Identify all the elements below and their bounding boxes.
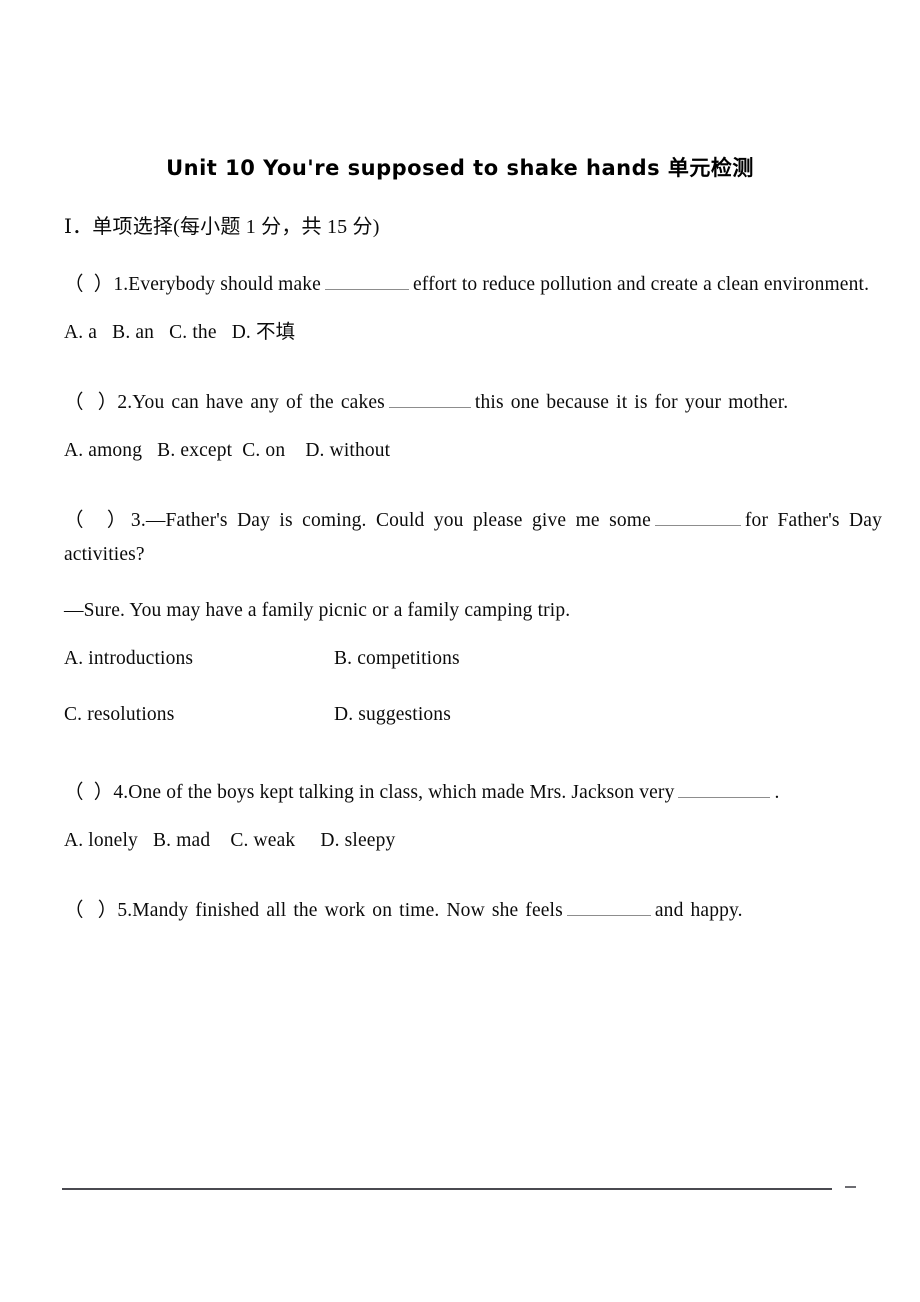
question-3-stem-part1: —Father's Day is coming. Could you pleas… (145, 510, 651, 531)
question-4-tag: （ ）4. (64, 782, 129, 803)
question-1-stem: （ ）1.Everybody should make effort to redu… (64, 268, 882, 302)
question-5-blank[interactable] (566, 899, 651, 916)
question-2-options[interactable]: A. among B. except C. on D. without (64, 434, 882, 468)
question-1-tag: （ ）1. (64, 274, 129, 295)
section-heading: Ⅰ．单项选择(每小题 1 分，共 15 分) (64, 216, 380, 238)
question-3-tag: （ ）3. (64, 510, 146, 531)
question-3: （ ）3.—Father's Day is coming. Could you … (64, 504, 882, 732)
question-5-stem-part1: Mandy finished all the work on time. Now… (132, 900, 563, 921)
question-2-stem-part1: You can have any of the cakes (132, 392, 385, 413)
question-2-stem-part2: this one because it is for your mother. (474, 392, 789, 413)
option-b[interactable]: B. competitions (334, 642, 604, 676)
option-row: C. resolutions D. suggestions (64, 698, 882, 732)
question-1-stem-part1: Everybody should make (128, 274, 321, 295)
question-5-stem: （ ）5.Mandy finished all the work on time… (64, 894, 882, 928)
question-3-options: A. introductions B. competitions C. reso… (64, 642, 882, 732)
footer-page-mark (845, 1186, 856, 1188)
footer-divider (62, 1188, 832, 1190)
option-row: A. introductions B. competitions (64, 642, 882, 676)
option-d[interactable]: D. suggestions (334, 698, 604, 732)
question-4-blank[interactable] (678, 781, 771, 798)
question-4-stem-part2: . (774, 782, 780, 803)
question-2-blank[interactable] (388, 391, 471, 408)
question-1-stem-part2: effort to reduce pollution and create a … (412, 274, 870, 295)
question-2: （ ）2.You can have any of the cakes this o… (64, 386, 882, 468)
question-4: （ ）4.One of the boys kept talking in cla… (64, 776, 882, 858)
question-3-stem: （ ）3.—Father's Day is coming. Could you … (64, 504, 882, 572)
document-page: Unit 10 You're supposed to shake hands 单… (0, 0, 920, 1302)
question-3-answer-line: —Sure. You may have a family picnic or a… (64, 600, 571, 621)
question-4-stem: （ ）4.One of the boys kept talking in cla… (64, 776, 882, 810)
question-2-stem: （ ）2.You can have any of the cakes this o… (64, 386, 882, 420)
question-5: （ ）5.Mandy finished all the work on time… (64, 894, 882, 928)
question-4-stem-part1: One of the boys kept talking in class, w… (128, 782, 675, 803)
option-a[interactable]: A. introductions (64, 642, 334, 676)
question-2-tag: （ ）2. (64, 392, 133, 413)
option-c[interactable]: C. resolutions (64, 698, 334, 732)
question-5-tag: （ ）5. (64, 900, 133, 921)
question-1-blank[interactable] (324, 273, 409, 290)
document-body: Ⅰ．单项选择(每小题 1 分，共 15 分) （ ）1.Everybody sh… (64, 212, 882, 934)
question-1-options[interactable]: A. a B. an C. the D. 不填 (64, 316, 882, 350)
question-5-stem-part2: and happy. (654, 900, 743, 921)
question-4-options[interactable]: A. lonely B. mad C. weak D. sleepy (64, 824, 882, 858)
question-3-blank[interactable] (654, 509, 741, 526)
page-title: Unit 10 You're supposed to shake hands 单… (166, 156, 754, 180)
question-1: （ ）1.Everybody should make effort to redu… (64, 268, 882, 350)
